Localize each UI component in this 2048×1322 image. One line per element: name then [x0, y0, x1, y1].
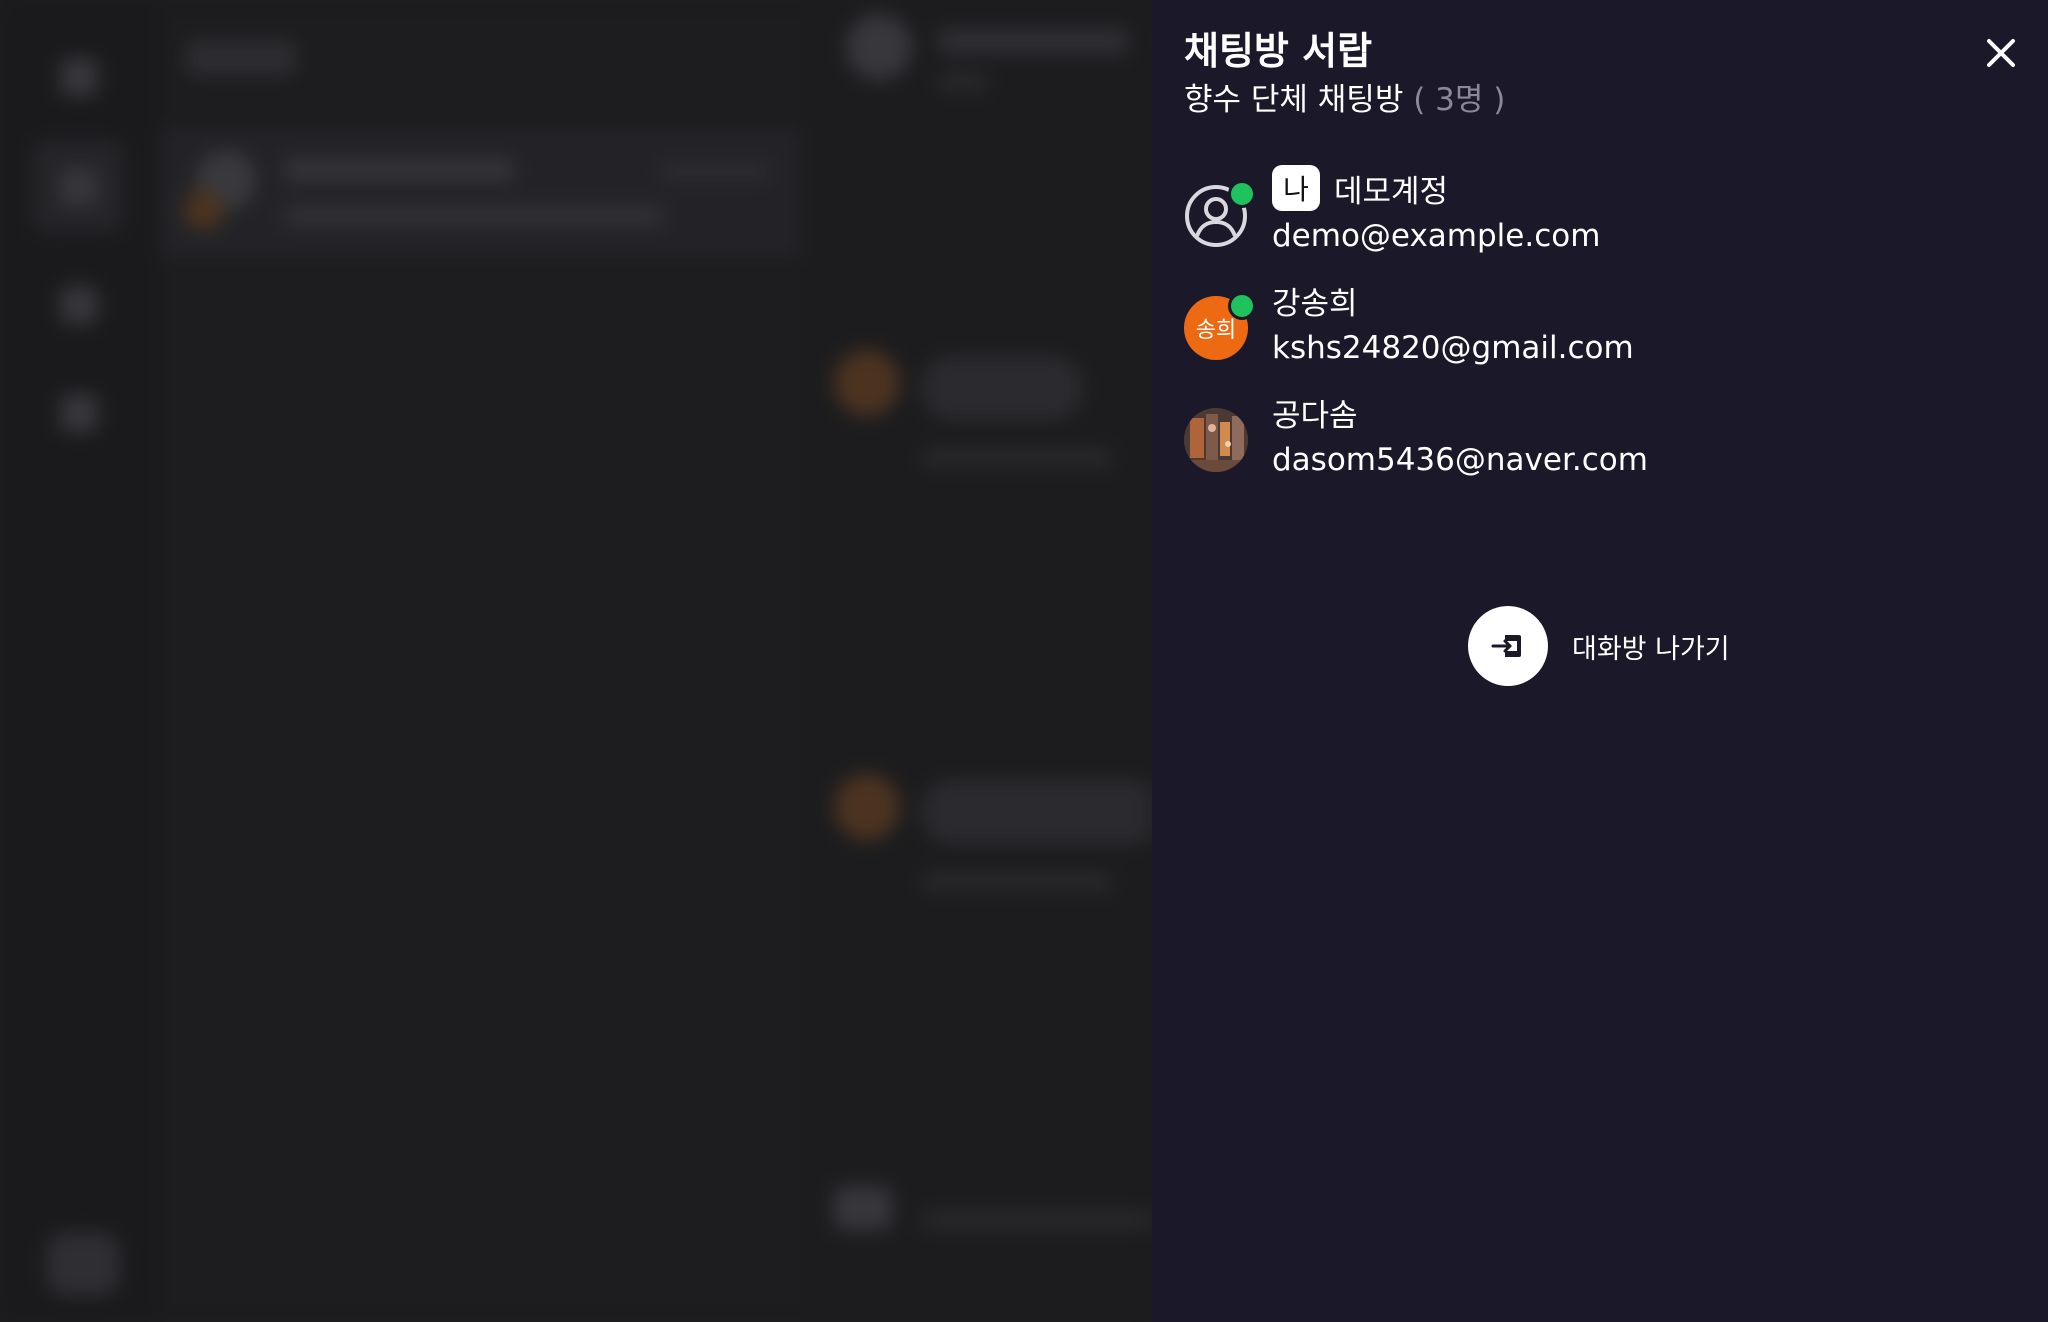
close-icon	[1987, 39, 2015, 67]
exit-icon	[1491, 635, 1521, 657]
chat-room-drawer: 채팅방 서랍 향수 단체 채팅방 ( 3명 ) 나 데모계정 demo@exam…	[1152, 0, 2048, 1322]
member-item[interactable]: 송희 강송희 kshs24820@gmail.com	[1184, 272, 2014, 384]
member-name: 강송희	[1272, 285, 1358, 322]
avatar-initials: 송희	[1195, 318, 1237, 343]
member-name-row: 나 데모계정	[1272, 164, 1448, 212]
member-name: 데모계정	[1334, 173, 1449, 210]
member-item[interactable]: 공다솜 dasom5436@naver.com	[1184, 384, 2014, 496]
me-badge: 나	[1272, 165, 1320, 211]
online-status-dot	[1228, 292, 1256, 320]
member-email: dasom5436@naver.com	[1272, 442, 1648, 478]
room-info: 향수 단체 채팅방 ( 3명 )	[1184, 80, 1505, 120]
member-email: kshs24820@gmail.com	[1272, 330, 1634, 366]
leave-room-button[interactable]: 대화방 나가기	[1468, 606, 1730, 686]
online-status-dot	[1228, 180, 1256, 208]
member-list: 나 데모계정 demo@example.com 송희 강송희 kshs24820…	[1184, 160, 2014, 496]
room-name: 향수 단체 채팅방	[1184, 82, 1404, 118]
member-name-row: 강송희	[1272, 276, 1358, 324]
member-name-row: 공다솜	[1272, 388, 1358, 436]
member-count: ( 3명 )	[1413, 82, 1506, 118]
member-item[interactable]: 나 데모계정 demo@example.com	[1184, 160, 2014, 272]
member-email: demo@example.com	[1272, 218, 1601, 254]
leave-room-icon-circle	[1468, 606, 1548, 686]
app-root: 채팅방 서랍 향수 단체 채팅방 ( 3명 ) 나 데모계정 demo@exam…	[0, 0, 2048, 1322]
close-button[interactable]	[1978, 30, 2024, 76]
drawer-title: 채팅방 서랍	[1184, 29, 1373, 73]
profile-photo-icon	[1184, 408, 1248, 472]
dim-overlay[interactable]	[0, 0, 1152, 1322]
member-name: 공다솜	[1272, 397, 1358, 434]
leave-room-label: 대화방 나가기	[1572, 633, 1730, 665]
avatar-photo	[1184, 408, 1248, 472]
